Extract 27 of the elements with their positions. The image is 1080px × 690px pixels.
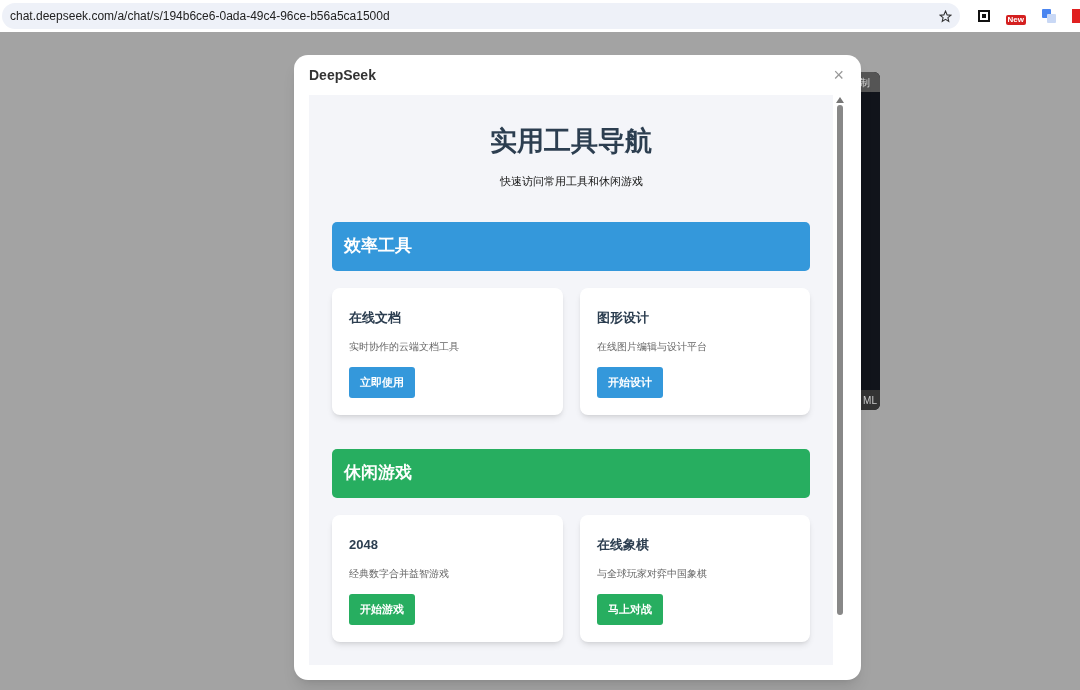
card-description: 经典数字合并益智游戏 [349,567,450,581]
modal-title: DeepSeek [309,65,376,85]
card-title: 2048 [349,535,379,554]
translate-icon[interactable] [1042,9,1056,23]
panel-header-text: 制 [860,75,870,90]
url-text: chat.deepseek.com/a/chat/s/194b6ce6-0ada-49c4-96ce-b56a5ca1500d [10,8,391,25]
close-button[interactable]: × [833,66,844,84]
address-bar[interactable]: chat.deepseek.com/a/chat/s/194b6ce6-0ada-49c4-96ce-b56a5ca1500d [2,3,960,29]
card-description: 在线图片编辑与设计平台 [596,340,708,354]
panel-footer-text: ML [863,393,877,408]
extension-badge[interactable]: New [1005,15,1026,25]
action-button[interactable]: 立即使用 [349,367,415,398]
action-button[interactable]: 开始游戏 [349,594,415,625]
star-icon[interactable] [938,9,952,23]
scroll-up-icon[interactable] [836,97,845,103]
action-button[interactable]: 开始设计 [596,367,663,398]
card-title: 在线象棋 [596,535,650,554]
card-title: 图形设计 [596,308,650,327]
page-heading: 实用工具导航 [489,125,654,158]
card-title: 在线文档 [349,308,402,327]
square-icon[interactable] [977,10,990,22]
section-header: 效率工具 [332,221,811,271]
card-description: 与全球玩家对弈中国象棋 [596,567,708,581]
section-header: 休闲游戏 [332,448,811,498]
action-button[interactable]: 马上对战 [596,594,663,625]
card-description: 实时协作的云端文档工具 [349,340,460,354]
page-subtitle: 快速访问常用工具和休闲游戏 [498,174,644,189]
